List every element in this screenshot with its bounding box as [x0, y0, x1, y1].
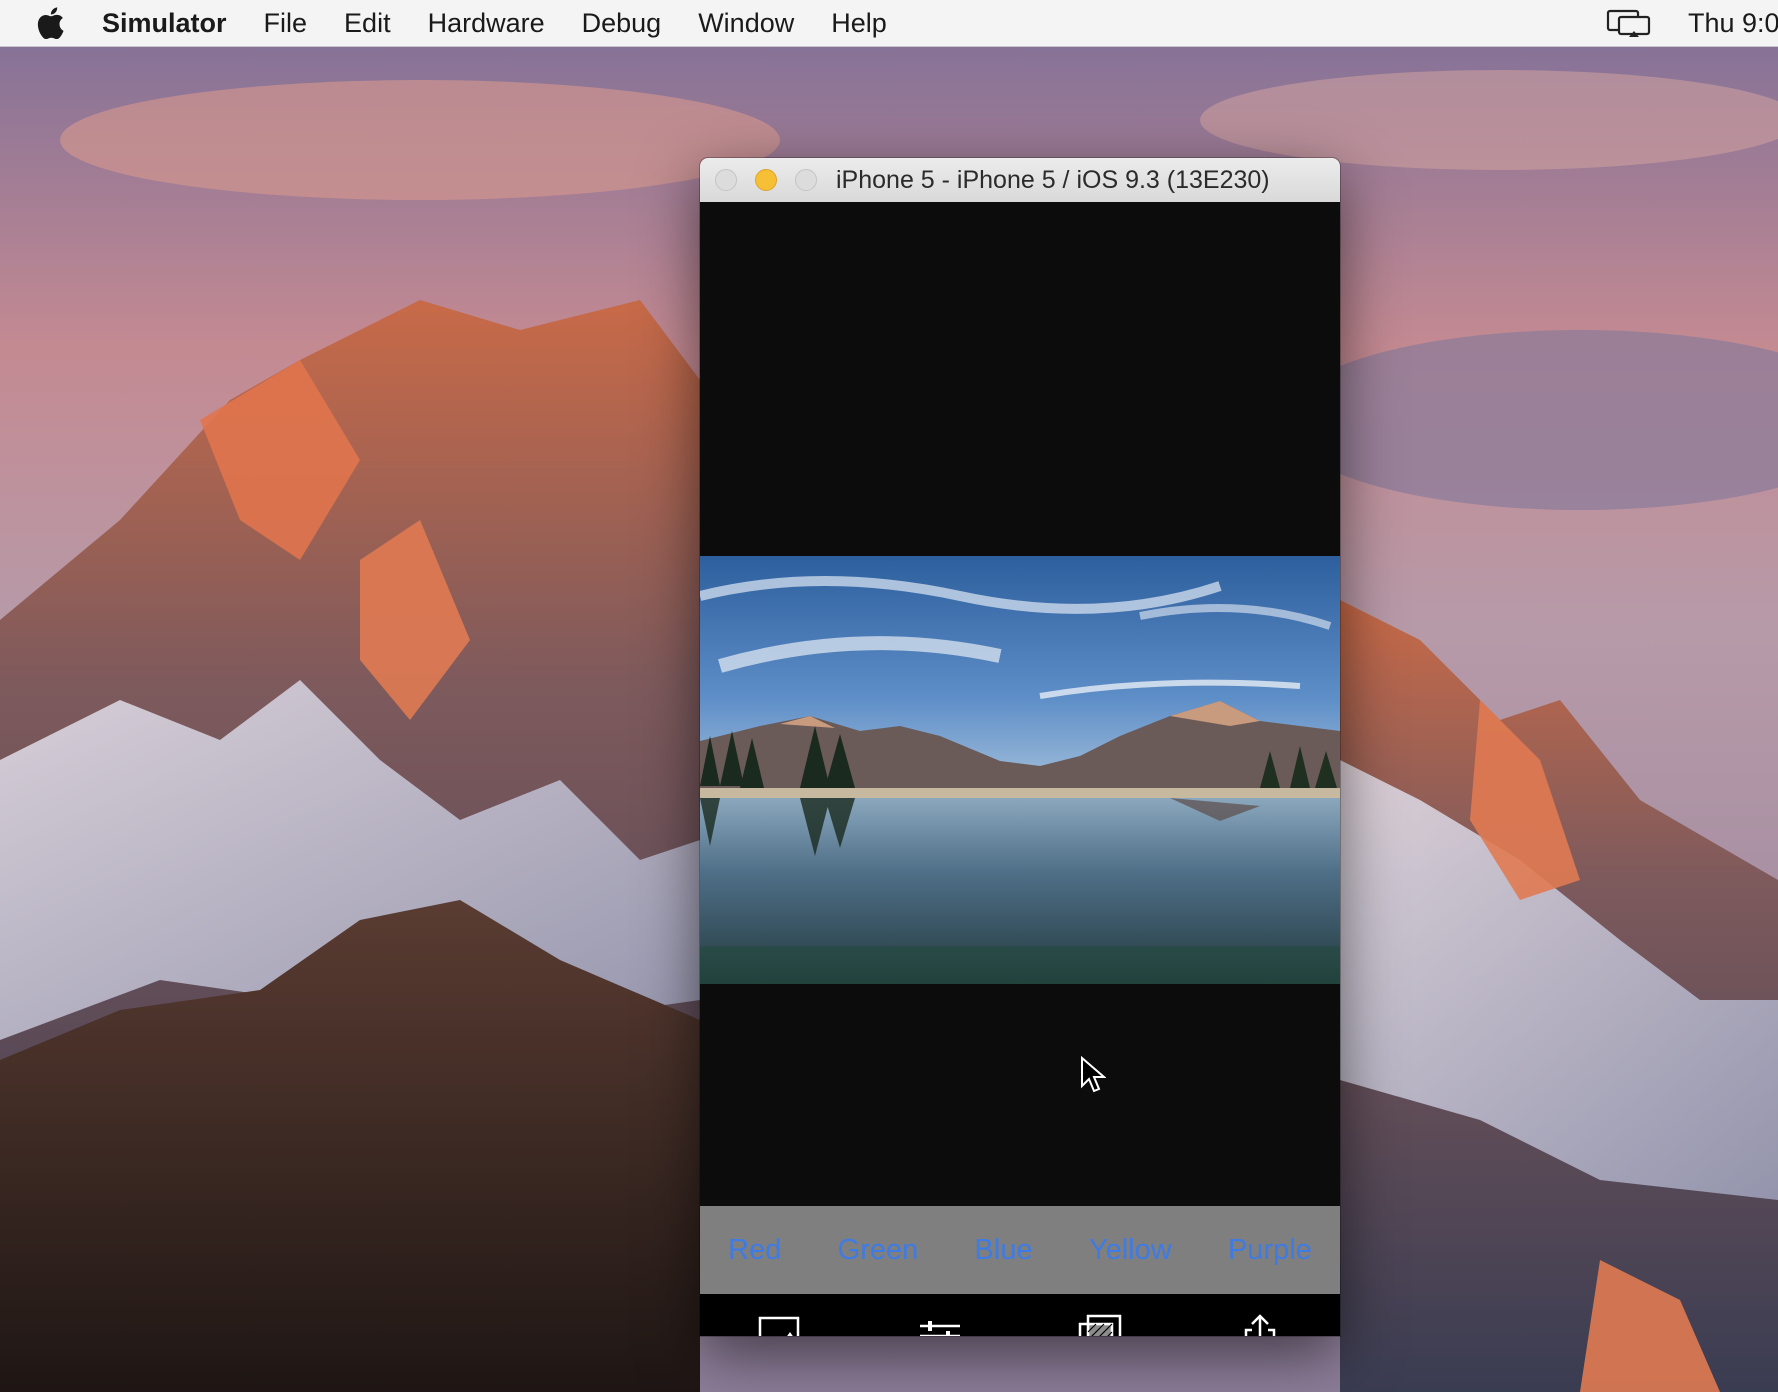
menu-bar-clock[interactable]: Thu 9:0: [1688, 8, 1778, 39]
photo-preview: [700, 556, 1340, 984]
iphone-screen: Red Green Blue Yellow Purple: [700, 202, 1340, 1336]
color-filter-bar: Red Green Blue Yellow Purple: [700, 1206, 1340, 1294]
desktop: Simulator File Edit Hardware Debug Windo…: [0, 0, 1778, 1392]
apple-logo-icon[interactable]: [34, 6, 68, 40]
mouse-pointer-icon: [1081, 1056, 1106, 1093]
menu-file[interactable]: File: [264, 8, 308, 39]
menu-hardware[interactable]: Hardware: [428, 8, 545, 39]
menu-app-simulator[interactable]: Simulator: [102, 8, 227, 39]
window-zoom-button[interactable]: [795, 169, 817, 191]
window-titlebar[interactable]: iPhone 5 - iPhone 5 / iOS 9.3 (13E230): [700, 158, 1340, 203]
color-button-yellow[interactable]: Yellow: [1089, 1234, 1172, 1267]
menu-edit[interactable]: Edit: [344, 8, 391, 39]
menu-debug[interactable]: Debug: [582, 8, 662, 39]
simulator-window: iPhone 5 - iPhone 5 / iOS 9.3 (13E230) R…: [700, 158, 1340, 1336]
window-minimize-button[interactable]: [755, 169, 777, 191]
window-close-button[interactable]: [715, 169, 737, 191]
filter-layers-icon[interactable]: [1076, 1312, 1124, 1336]
photo-icon[interactable]: [756, 1312, 804, 1336]
color-button-green[interactable]: Green: [838, 1234, 919, 1267]
menu-bar: Simulator File Edit Hardware Debug Windo…: [0, 0, 1778, 47]
color-button-red[interactable]: Red: [728, 1234, 781, 1267]
bottom-toolbar: [700, 1294, 1340, 1336]
adjustments-icon[interactable]: [916, 1312, 964, 1336]
menu-bar-extras: Thu 9:0: [1606, 0, 1778, 46]
share-icon[interactable]: [1236, 1312, 1284, 1336]
color-button-purple[interactable]: Purple: [1228, 1234, 1312, 1267]
window-title: iPhone 5 - iPhone 5 / iOS 9.3 (13E230): [836, 166, 1270, 194]
color-button-blue[interactable]: Blue: [975, 1234, 1033, 1267]
airplay-display-icon[interactable]: [1606, 8, 1652, 38]
menu-window[interactable]: Window: [698, 8, 794, 39]
menu-help[interactable]: Help: [831, 8, 887, 39]
